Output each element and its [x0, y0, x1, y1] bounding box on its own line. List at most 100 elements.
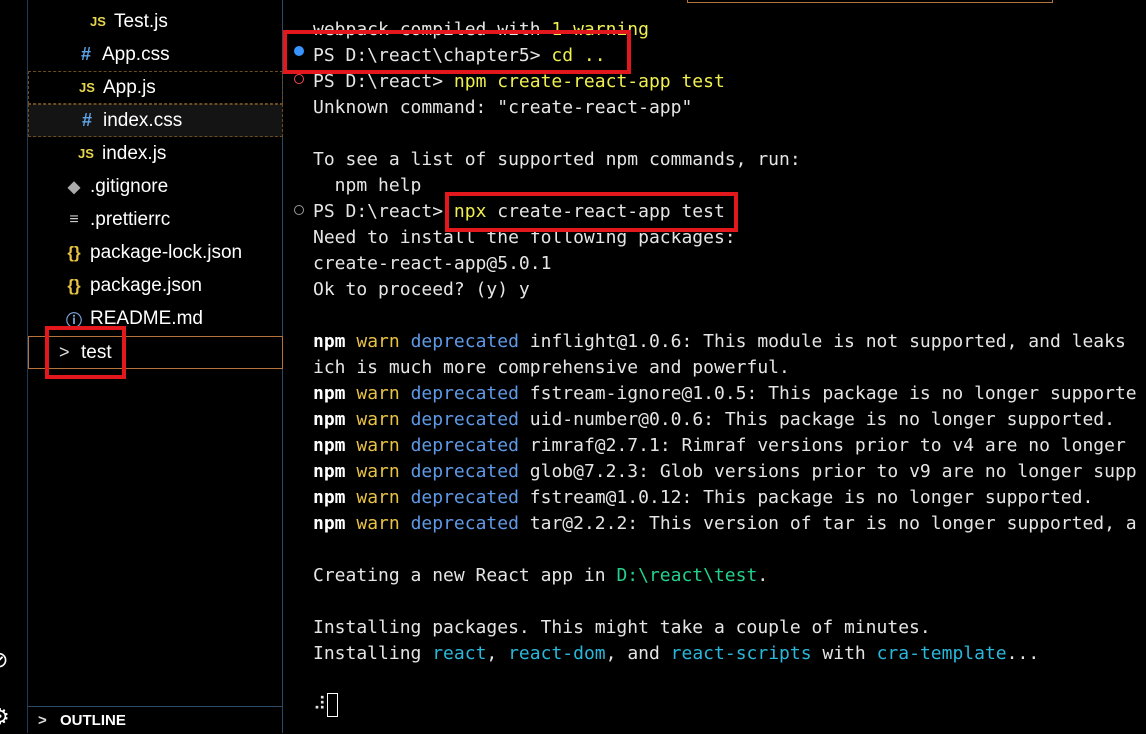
file-label: Test.js	[114, 10, 168, 32]
terminal-line: npm help	[313, 175, 422, 196]
terminal-line: ich is much more comprehensive and power…	[313, 357, 790, 378]
deprecated-label: deprecated	[410, 383, 519, 404]
terminal-line: npm warn deprecated uid-number@0.0.6: Th…	[313, 407, 1115, 433]
warn-label: warn	[356, 461, 400, 482]
warn-label: warn	[356, 513, 400, 534]
terminal-line: To see a list of supported npm commands,…	[313, 149, 801, 170]
warn-label: warn	[356, 435, 400, 456]
command-running-dot[interactable]	[294, 205, 304, 215]
file-item-package-json[interactable]: {} package.json	[28, 269, 283, 302]
javascript-file-icon: JS	[78, 146, 94, 161]
file-explorer: JS Test.js # App.css JS App.js # index.c…	[28, 0, 283, 733]
warn-label: warn	[356, 487, 400, 508]
warning-message: uid-number@0.0.6: This package is no lon…	[518, 409, 1115, 430]
file-label: index.js	[102, 142, 167, 164]
npm-label: npm	[313, 331, 346, 352]
terminal-line: Ok to proceed? (y) y	[313, 279, 530, 300]
file-item-test-js[interactable]: JS Test.js	[28, 5, 283, 38]
file-item-package-lock-json[interactable]: {} package-lock.json	[28, 236, 283, 269]
prompt-text: PS D:\react>	[313, 201, 454, 222]
file-item-index-js[interactable]: JS index.js	[28, 137, 283, 170]
css-file-icon: #	[80, 44, 91, 64]
terminal-line: npm warn deprecated fstream-ignore@1.0.5…	[313, 381, 1137, 407]
warning-message: inflight@1.0.6: This module is not suppo…	[518, 331, 1126, 352]
file-label: package-lock.json	[90, 241, 243, 263]
deprecated-label: deprecated	[410, 513, 519, 534]
terminal-line: Creating a new React app in D:\react\tes…	[313, 563, 768, 589]
outline-section-header[interactable]: > OUTLINE	[28, 706, 283, 734]
spinner-icon: ⠼	[313, 694, 327, 715]
file-label: .prettierrc	[90, 208, 171, 230]
active-tab-indicator	[687, 0, 1053, 3]
warn-label: warn	[356, 383, 400, 404]
terminal-line: Unknown command: "create-react-app"	[313, 97, 693, 118]
outline-label: OUTLINE	[60, 712, 126, 729]
git-icon: ◆	[67, 178, 81, 196]
warn-label: warn	[356, 331, 400, 352]
terminal-text: ,	[486, 643, 509, 664]
package-name: cra-template	[876, 643, 1007, 664]
activity-bar: ⊘ ⚙	[0, 0, 28, 733]
terminal-text: , and	[605, 643, 671, 664]
deprecated-label: deprecated	[410, 331, 519, 352]
settings-file-icon: ≡	[69, 210, 79, 228]
terminal-cursor[interactable]	[327, 693, 339, 717]
file-item-prettierrc[interactable]: ≡ .prettierrc	[28, 203, 283, 236]
terminal-text: Installing	[313, 643, 433, 664]
file-item-gitignore[interactable]: ◆ .gitignore	[28, 170, 283, 203]
package-name: react	[432, 643, 487, 664]
terminal-line: ⠼	[313, 692, 339, 718]
warning-message: tar@2.2.2: This version of tar is no lon…	[518, 513, 1137, 534]
file-label: package.json	[90, 274, 202, 296]
chevron-right-icon: >	[38, 712, 47, 729]
file-label: App.css	[102, 43, 170, 65]
terminal-line: Installing react, react-dom, and react-s…	[313, 641, 1039, 667]
terminal-text: with	[811, 643, 877, 664]
file-item-app-css[interactable]: # App.css	[28, 38, 283, 71]
warn-label: warn	[356, 409, 400, 430]
npm-label: npm	[313, 383, 346, 404]
deprecated-label: deprecated	[410, 435, 519, 456]
file-item-index-css[interactable]: # index.css	[28, 104, 283, 137]
file-item-app-js[interactable]: JS App.js	[28, 71, 283, 104]
terminal-line: npm warn deprecated tar@2.2.2: This vers…	[313, 511, 1137, 537]
terminal-line: Installing packages. This might take a c…	[313, 617, 931, 638]
terminal-line: npm warn deprecated inflight@1.0.6: This…	[313, 329, 1126, 355]
file-label: index.css	[103, 109, 183, 131]
terminal-line: npm warn deprecated fstream@1.0.12: This…	[313, 485, 1093, 511]
warning-message: glob@7.2.3: Glob versions prior to v9 ar…	[518, 461, 1137, 482]
css-file-icon: #	[81, 110, 92, 130]
npm-label: npm	[313, 461, 346, 482]
terminal-panel[interactable]: webpack compiled with 1 warning PS D:\re…	[283, 0, 1146, 733]
npm-label: npm	[313, 513, 346, 534]
prompt-text: PS D:\react>	[313, 71, 454, 92]
settings-icon[interactable]: ⚙	[0, 705, 10, 730]
account-icon[interactable]: ⊘	[0, 648, 8, 673]
file-label: .gitignore	[90, 175, 169, 197]
warning-message: fstream-ignore@1.0.5: This package is no…	[518, 383, 1137, 404]
javascript-file-icon: JS	[79, 80, 95, 95]
npm-label: npm	[313, 435, 346, 456]
path-text: D:\react\test	[616, 565, 758, 586]
deprecated-label: deprecated	[410, 409, 519, 430]
annotation-box	[45, 326, 126, 379]
npm-label: npm	[313, 487, 346, 508]
deprecated-label: deprecated	[410, 487, 519, 508]
warning-message: fstream@1.0.12: This package is no longe…	[518, 487, 1094, 508]
npm-label: npm	[313, 409, 346, 430]
warning-message: rimraf@2.7.1: Rimraf versions prior to v…	[518, 435, 1126, 456]
json-file-icon: {}	[67, 275, 81, 295]
deprecated-label: deprecated	[410, 461, 519, 482]
json-file-icon: {}	[67, 242, 81, 262]
annotation-box	[445, 192, 738, 232]
terminal-line: npm warn deprecated rimraf@2.7.1: Rimraf…	[313, 433, 1126, 459]
package-name: react-scripts	[670, 643, 812, 664]
terminal-text: ...	[1006, 643, 1040, 664]
file-label: App.js	[103, 76, 156, 98]
terminal-text: .	[757, 565, 769, 586]
command-error-dot[interactable]	[294, 74, 304, 84]
annotation-box	[283, 30, 631, 74]
javascript-file-icon: JS	[90, 14, 106, 29]
package-name: react-dom	[508, 643, 606, 664]
terminal-text: Creating a new React app in	[313, 565, 617, 586]
